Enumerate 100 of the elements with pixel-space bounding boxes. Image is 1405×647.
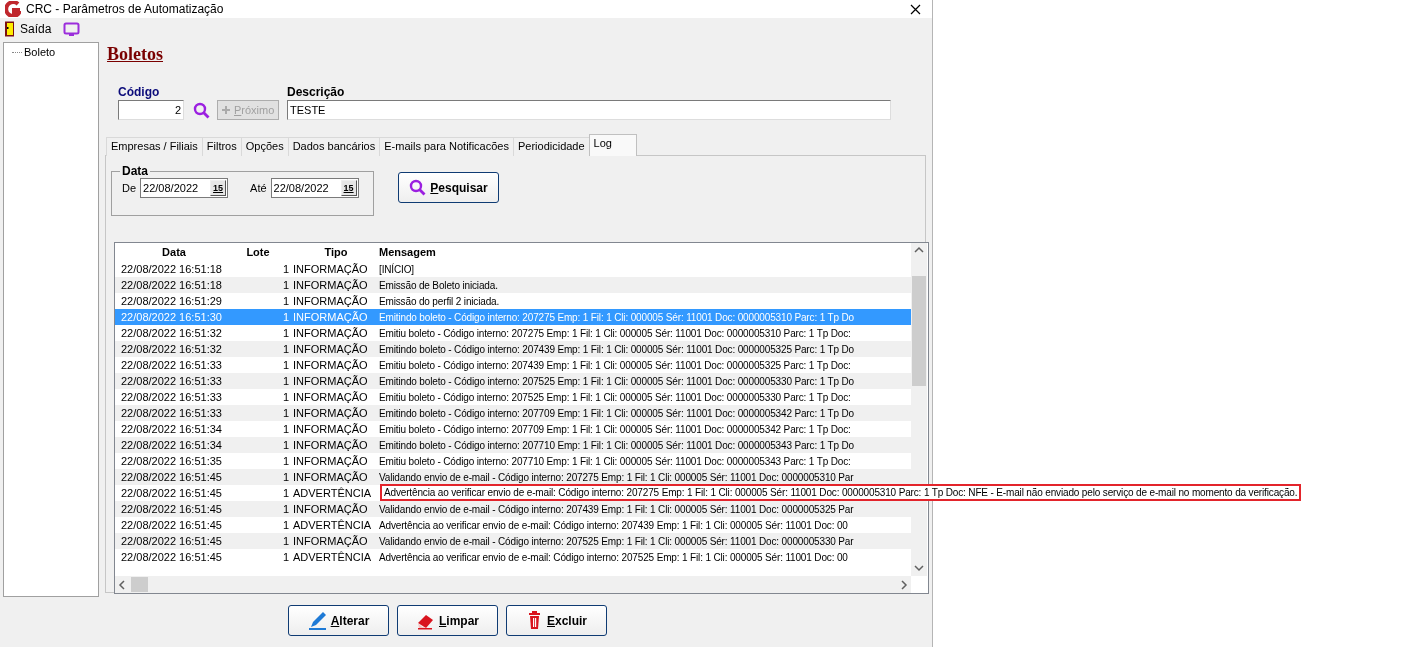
- table-cell-text: 22/08/2022 16:51:45: [120, 551, 223, 563]
- date-field[interactable]: 22/08/2022 15: [140, 178, 229, 198]
- table-cell: Emitindo boleto - Código interno: 207275 Emp: 1 Fil: 1 Cli: 000005 Sér: 11001 Doc: 0000005310 Parc: 1 Tp Do: [379, 311, 854, 323]
- table-cell-text: 22/08/2022 16:51:33: [120, 407, 223, 419]
- table-cell: Emissão do perfil 2 iniciada.: [379, 295, 500, 307]
- table-cell-text: 22/08/2022 16:51:18: [120, 263, 223, 275]
- table-cell: [INÍCIO]: [379, 263, 414, 275]
- tree-item[interactable]: Boleto: [24, 46, 56, 58]
- table-cell-text: 22/08/2022 16:51:33: [120, 375, 223, 387]
- table-cell-text: 22/08/2022 16:51:30: [120, 311, 223, 323]
- tab[interactable]: Dados bancários: [287, 137, 381, 156]
- table-cell-text: 1: [281, 455, 290, 467]
- field-label: Código: [118, 85, 161, 99]
- table-cell-text: 1: [281, 311, 290, 323]
- window-title: CRC - Parâmetros de Automatização: [26, 2, 225, 16]
- table-cell-text: 22/08/2022 16:51:33: [120, 359, 223, 371]
- table-cell: Emissão de Boleto iniciada.: [379, 279, 498, 291]
- table-cell-text: INFORMAÇÃO: [293, 407, 369, 419]
- tab[interactable]: Periodicidade: [512, 137, 590, 156]
- exit-menu-item[interactable]: Saída: [4, 21, 52, 37]
- table-cell: Advertência ao verificar envio de e-mail: Código interno: 207525 Emp: 1 Fil: 1 Cli: 000005 Sér: 11001 Doc: 00: [379, 551, 848, 563]
- table-cell-text: 22/08/2022 16:51:45: [120, 487, 223, 499]
- table-cell: Emitiu boleto - Código interno: 207525 Emp: 1 Fil: 1 Cli: 000005 Sér: 11001 Doc: 0000005330 Parc: 1 Tp Doc:: [379, 391, 851, 403]
- table-cell-text: 1: [281, 439, 290, 451]
- table-cell-text: INFORMAÇÃO: [293, 471, 369, 483]
- table-cell-text: 1: [281, 359, 290, 371]
- table-cell-text: 22/08/2022 16:51:45: [120, 519, 223, 531]
- edit-button[interactable]: Alterar: [288, 605, 389, 636]
- table-cell-text: 1: [281, 391, 290, 403]
- code-field[interactable]: 2: [118, 100, 184, 120]
- table-cell: Emitiu boleto - Código interno: 207710 Emp: 1 Fil: 1 Cli: 000005 Sér: 11001 Doc: 0000005343 Parc: 1 Tp Doc:: [379, 455, 851, 467]
- column-header[interactable]: Data: [115, 246, 227, 258]
- group-label: Data: [121, 164, 149, 178]
- tab[interactable]: Log: [588, 134, 637, 156]
- table-cell-text: 22/08/2022 16:51:34: [120, 439, 223, 451]
- table-cell-text: INFORMAÇÃO: [293, 279, 369, 291]
- table-cell-text: 1: [281, 375, 290, 387]
- table-cell: Emitindo boleto - Código interno: 207439 Emp: 1 Fil: 1 Cli: 000005 Sér: 11001 Doc: 0000005325 Parc: 1 Tp Do: [379, 343, 854, 355]
- table-cell-text: INFORMAÇÃO: [293, 391, 369, 403]
- table-cell-text: INFORMAÇÃO: [293, 327, 369, 339]
- field-label: Até: [250, 182, 267, 194]
- table-cell-text: 1: [281, 327, 290, 339]
- table-cell-text: INFORMAÇÃO: [293, 455, 369, 467]
- delete-button[interactable]: Excluir: [506, 605, 607, 636]
- table-cell-text: 1: [281, 551, 290, 563]
- date-field[interactable]: 22/08/2022 15: [270, 178, 359, 198]
- table-cell-text: 22/08/2022 16:51:34: [120, 423, 223, 435]
- table-cell-text: 1: [281, 423, 290, 435]
- table-cell-text: INFORMAÇÃO: [293, 311, 369, 323]
- tab[interactable]: E-mails para Notificacões: [379, 137, 514, 156]
- table-cell-text: ADVERTÊNCIA: [293, 487, 373, 499]
- table-cell-text: 1: [281, 279, 290, 291]
- table-cell-text: INFORMAÇÃO: [293, 535, 369, 547]
- table-cell: Emitindo boleto - Código interno: 207525 Emp: 1 Fil: 1 Cli: 000005 Sér: 11001 Doc: 0000005330 Parc: 1 Tp Do: [379, 375, 854, 387]
- table-cell-text: 1: [281, 343, 290, 355]
- table-cell-text: INFORMAÇÃO: [293, 343, 369, 355]
- table-cell-text: 1: [281, 487, 290, 499]
- table-cell-text: 22/08/2022 16:51:45: [120, 535, 223, 547]
- table-cell-text: 1: [281, 535, 290, 547]
- table-cell-text: 1: [281, 295, 290, 307]
- search-button[interactable]: Pesquisar: [398, 172, 499, 203]
- table-cell-text: ADVERTÊNCIA: [293, 519, 373, 531]
- table-cell-text: 1: [281, 519, 290, 531]
- table-cell-text: INFORMAÇÃO: [293, 263, 369, 275]
- table-cell-text: 1: [281, 407, 290, 419]
- table-cell-text: 1: [281, 503, 290, 515]
- table-cell-text: 22/08/2022 16:51:32: [120, 343, 223, 355]
- table-cell-text: 22/08/2022 16:51:32: [120, 327, 223, 339]
- table-cell: Emitiu boleto - Código interno: 207709 Emp: 1 Fil: 1 Cli: 000005 Sér: 11001 Doc: 0000005342 Parc: 1 Tp Doc:: [379, 423, 851, 435]
- table-cell-text: 22/08/2022 16:51:35: [120, 455, 223, 467]
- table-cell: Advertência ao verificar envio de e-mail: Código interno: 207439 Emp: 1 Fil: 1 Cli: 000005 Sér: 11001 Doc: 00: [379, 519, 848, 531]
- description-field[interactable]: TESTE: [287, 100, 891, 120]
- table-cell-text: 1: [281, 263, 290, 275]
- column-header[interactable]: Mensagem: [379, 246, 911, 258]
- tab[interactable]: Opções: [240, 137, 289, 156]
- column-header[interactable]: Tipo: [293, 246, 379, 258]
- clear-button[interactable]: Limpar: [397, 605, 498, 636]
- table-cell-text: 1: [281, 471, 290, 483]
- table-cell: Validando envio de e-mail - Código interno: 207525 Emp: 1 Fil: 1 Cli: 000005 Sér: 11001 Doc: 0000005330 Par: [379, 535, 854, 547]
- table-cell-text: INFORMAÇÃO: [293, 503, 369, 515]
- table-cell-text: ADVERTÊNCIA: [293, 551, 373, 563]
- table-cell-text: 22/08/2022 16:51:18: [120, 279, 223, 291]
- table-cell-text: INFORMAÇÃO: [293, 439, 369, 451]
- table-cell: Validando envio de e-mail - Código interno: 207439 Emp: 1 Fil: 1 Cli: 000005 Sér: 11001 Doc: 0000005325 Par: [379, 503, 854, 515]
- field-label: De: [122, 182, 137, 194]
- field-label: Descrição: [287, 85, 346, 99]
- table-cell: Emitiu boleto - Código interno: 207275 Emp: 1 Fil: 1 Cli: 000005 Sér: 11001 Doc: 0000005310 Parc: 1 Tp Doc:: [379, 327, 851, 339]
- table-cell-text: 22/08/2022 16:51:29: [120, 295, 223, 307]
- table-cell-text: INFORMAÇÃO: [293, 359, 369, 371]
- table-cell-text: INFORMAÇÃO: [293, 423, 369, 435]
- table-cell: Emitindo boleto - Código interno: 207709 Emp: 1 Fil: 1 Cli: 000005 Sér: 11001 Doc: 0000005342 Parc: 1 Tp Do: [379, 407, 854, 419]
- table-cell-text: 22/08/2022 16:51:33: [120, 391, 223, 403]
- tab[interactable]: Filtros: [201, 137, 242, 156]
- table-cell: Emitiu boleto - Código interno: 207439 Emp: 1 Fil: 1 Cli: 000005 Sér: 11001 Doc: 0000005325 Parc: 1 Tp Doc:: [379, 359, 851, 371]
- tooltip: Advertência ao verificar envio de e-mail: Código interno: 207275 Emp: 1 Fil: 1 Cli: 000005 Sér: 11001 Doc: 0000005310 Parc: 1 Tp Doc: NFE - E-mail não enviado pelo serviço de e-mail no momento da verificação.: [380, 484, 1302, 501]
- column-header[interactable]: Lote: [227, 246, 293, 258]
- tab[interactable]: Empresas / Filiais: [106, 137, 203, 156]
- table-cell-text: INFORMAÇÃO: [293, 295, 369, 307]
- table-cell-text: 22/08/2022 16:51:45: [120, 503, 223, 515]
- table-cell: Emitindo boleto - Código interno: 207710 Emp: 1 Fil: 1 Cli: 000005 Sér: 11001 Doc: 0000005343 Parc: 1 Tp Do: [379, 439, 854, 451]
